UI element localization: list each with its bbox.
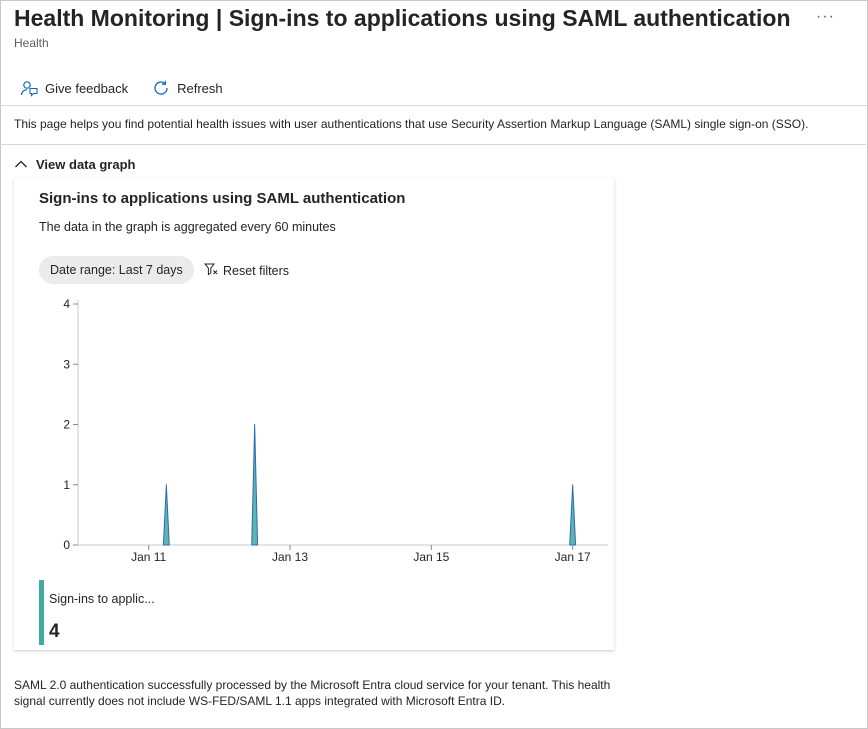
divider	[0, 105, 866, 106]
chart-title: Sign-ins to applications using SAML auth…	[39, 190, 406, 207]
y-tick-label: 3	[63, 357, 70, 371]
x-tick-label: Jan 11	[131, 550, 166, 564]
x-tick-label: Jan 17	[555, 550, 591, 564]
give-feedback-label: Give feedback	[45, 80, 129, 96]
page-description: This page helps you find potential healt…	[14, 117, 809, 131]
footer-note: SAML 2.0 authentication successfully pro…	[14, 678, 611, 708]
give-feedback-button[interactable]: Give feedback	[14, 77, 130, 99]
data-spike	[162, 484, 170, 546]
x-tick-label: Jan 15	[413, 550, 449, 564]
chevron-up-icon	[14, 157, 28, 172]
reset-filters-label: Reset filters	[223, 263, 289, 278]
view-data-graph-toggle[interactable]: View data graph	[14, 157, 135, 172]
legend-value: 4	[49, 621, 60, 642]
divider	[0, 144, 866, 145]
refresh-button[interactable]: Refresh	[146, 77, 225, 99]
legend-item[interactable]: Sign-ins to applic... 4	[39, 580, 239, 645]
x-tick-label: Jan 13	[272, 550, 308, 564]
data-spike	[569, 484, 577, 546]
page-title: Health Monitoring | Sign-ins to applicat…	[14, 5, 791, 31]
y-tick-label: 4	[63, 297, 70, 311]
feedback-icon	[20, 79, 38, 97]
more-options-icon[interactable]: ···	[816, 8, 835, 26]
legend-color-bar	[39, 580, 44, 645]
page-subtitle: Health	[14, 36, 49, 50]
y-tick-label: 2	[63, 418, 70, 432]
refresh-label: Refresh	[177, 80, 223, 96]
toolbar: Give feedback Refresh	[14, 74, 225, 102]
data-spike	[251, 424, 259, 546]
y-tick-label: 1	[63, 478, 70, 492]
legend-label: Sign-ins to applic...	[49, 592, 155, 606]
chart-subtitle: The data in the graph is aggregated ever…	[39, 220, 336, 234]
chart-card: Sign-ins to applications using SAML auth…	[14, 178, 614, 650]
date-range-filter[interactable]: Date range: Last 7 days	[39, 256, 194, 284]
sign-ins-chart: 0 1 2 3 4 Jan 11 Jan 13 Jan 15 Jan 17	[63, 297, 608, 564]
view-data-graph-label: View data graph	[36, 157, 136, 172]
reset-filters-button[interactable]: Reset filters	[203, 262, 289, 279]
filter-reset-icon	[203, 262, 218, 279]
refresh-icon	[152, 79, 170, 97]
y-tick-label: 0	[63, 538, 70, 552]
